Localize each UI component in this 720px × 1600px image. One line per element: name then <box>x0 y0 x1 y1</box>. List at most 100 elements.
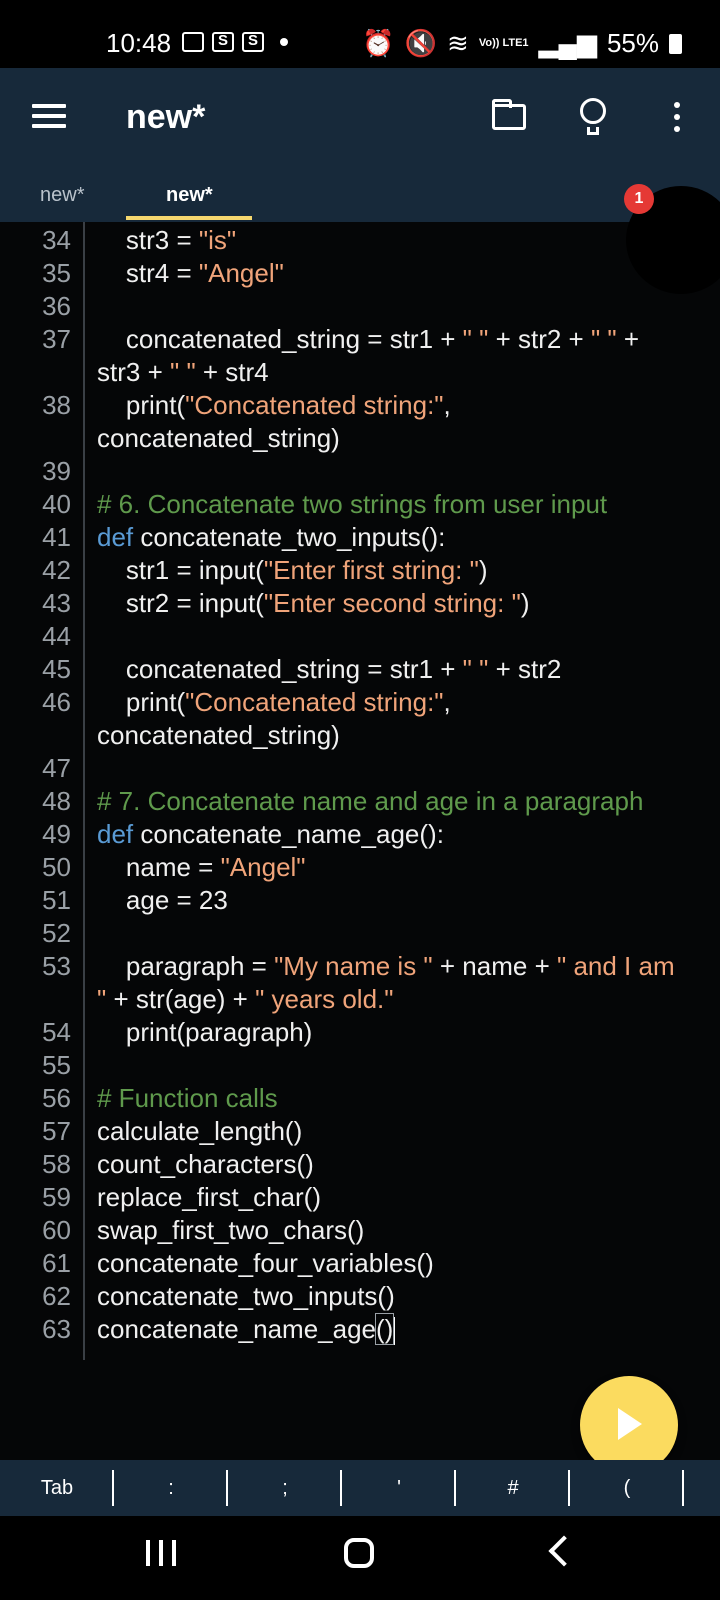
code-line[interactable]: 37 concatenated_string = str1 + " " + st… <box>0 323 707 356</box>
key-quote[interactable]: ' <box>342 1460 456 1516</box>
line-text[interactable]: def concatenate_two_inputs(): <box>97 521 707 554</box>
line-text[interactable]: def concatenate_name_age(): <box>97 818 707 851</box>
line-number: 63 <box>42 1314 71 1344</box>
line-text[interactable] <box>97 290 707 323</box>
code-line[interactable]: 62 concatenate_two_inputs() <box>0 1280 707 1313</box>
recent-apps-icon[interactable] <box>146 1540 176 1566</box>
code-line[interactable]: 47 <box>0 752 707 785</box>
line-text[interactable]: calculate_length() <box>97 1115 707 1148</box>
menu-icon[interactable] <box>32 104 66 128</box>
line-number: 44 <box>42 621 71 651</box>
line-text[interactable]: print(paragraph) <box>97 1016 707 1049</box>
line-text[interactable]: concatenated_string = str1 + " " + str2 … <box>97 323 707 356</box>
line-text[interactable]: # 7. Concatenate name and age in a parag… <box>97 785 707 818</box>
code-line[interactable]: 51 age = 23 <box>0 884 707 917</box>
line-number: 45 <box>42 654 71 684</box>
more-options-icon[interactable] <box>674 102 680 138</box>
code-line[interactable]: 53 paragraph = "My name is " + name + " … <box>0 950 707 983</box>
line-text[interactable]: str4 = "Angel" <box>97 257 707 290</box>
line-text[interactable]: # 6. Concatenate two strings from user i… <box>97 488 707 521</box>
code-line[interactable]: 60 swap_first_two_chars() <box>0 1214 707 1247</box>
status-time: 10:48 <box>106 28 172 58</box>
line-text[interactable]: " + str(age) + " years old." <box>97 983 707 1016</box>
code-line[interactable]: 50 name = "Angel" <box>0 851 707 884</box>
code-line[interactable]: 36 <box>0 290 707 323</box>
line-text[interactable]: str2 = input("Enter second string: ") <box>97 587 707 620</box>
line-number: 47 <box>42 753 71 783</box>
extra-keys-bar: Tab : ; ' # ( <box>0 1460 720 1516</box>
lightbulb-icon[interactable] <box>580 98 606 135</box>
code-line[interactable]: 52 <box>0 917 707 950</box>
battery-icon <box>669 33 682 54</box>
line-text[interactable] <box>97 455 707 488</box>
line-text[interactable] <box>97 620 707 653</box>
line-number: 51 <box>42 885 71 915</box>
line-number: 40 <box>42 489 71 519</box>
code-line[interactable]: 38 print("Concatenated string:", <box>0 389 707 422</box>
code-line[interactable]: 58 count_characters() <box>0 1148 707 1181</box>
code-line[interactable]: 55 <box>0 1049 707 1082</box>
line-text[interactable]: str1 = input("Enter first string: ") <box>97 554 707 587</box>
status-system-icons: ⏰ 🔇 ≋ Vo)) LTE1 ▂▄▆ 55% <box>362 28 682 59</box>
line-number: 53 <box>42 951 71 981</box>
key-colon[interactable]: : <box>114 1460 228 1516</box>
code-line[interactable]: " + str(age) + " years old." <box>0 983 707 1016</box>
code-line[interactable]: 43 str2 = input("Enter second string: ") <box>0 587 707 620</box>
code-line[interactable]: concatenated_string) <box>0 719 707 752</box>
code-line[interactable]: 46 print("Concatenated string:", <box>0 686 707 719</box>
mute-icon: 🔇 <box>404 28 438 58</box>
line-text[interactable]: replace_first_char() <box>97 1181 707 1214</box>
line-text[interactable]: concatenated_string = str1 + " " + str2 <box>97 653 707 686</box>
line-text[interactable]: age = 23 <box>97 884 707 917</box>
shop-icon <box>212 32 234 52</box>
key-semicolon[interactable]: ; <box>228 1460 342 1516</box>
folder-icon[interactable] <box>492 99 526 130</box>
code-lines[interactable]: 34 str3 = "is" 35 str4 = "Angel" 36 37 con… <box>0 224 707 1346</box>
line-text[interactable] <box>97 752 707 785</box>
key-tab[interactable]: Tab <box>0 1460 114 1516</box>
tab-bar <box>0 166 720 222</box>
code-line[interactable]: concatenated_string) <box>0 422 707 455</box>
line-text[interactable] <box>97 917 707 950</box>
code-line[interactable]: 57 calculate_length() <box>0 1115 707 1148</box>
key-paren[interactable]: ( <box>570 1460 684 1516</box>
code-line[interactable]: 42 str1 = input("Enter first string: ") <box>0 554 707 587</box>
code-line[interactable]: 40 # 6. Concatenate two strings from user… <box>0 488 707 521</box>
line-text[interactable]: print("Concatenated string:", <box>97 686 707 719</box>
line-text[interactable]: concatenate_name_age() <box>97 1313 707 1346</box>
home-icon[interactable] <box>344 1538 374 1568</box>
line-text[interactable] <box>97 1049 707 1082</box>
tab-new-1[interactable]: new* <box>40 184 84 207</box>
code-line[interactable]: 61 concatenate_four_variables() <box>0 1247 707 1280</box>
line-text[interactable]: # Function calls <box>97 1082 707 1115</box>
line-number: 55 <box>42 1050 71 1080</box>
code-line[interactable]: 35 str4 = "Angel" <box>0 257 707 290</box>
file-title: new* <box>126 98 206 136</box>
line-text[interactable]: str3 + " " + str4 <box>97 356 707 389</box>
line-text[interactable]: print("Concatenated string:", <box>97 389 707 422</box>
code-line[interactable]: 34 str3 = "is" <box>0 224 707 257</box>
tab-new-2-active[interactable]: new* <box>166 184 213 207</box>
line-text[interactable]: count_characters() <box>97 1148 707 1181</box>
line-text[interactable]: concatenated_string) <box>97 422 707 455</box>
code-line[interactable]: 48 # 7. Concatenate name and age in a par… <box>0 785 707 818</box>
line-text[interactable]: swap_first_two_chars() <box>97 1214 707 1247</box>
line-text[interactable]: str3 = "is" <box>97 224 707 257</box>
shop-icon <box>242 32 264 52</box>
line-text[interactable]: concatenated_string) <box>97 719 707 752</box>
code-line[interactable]: 54 print(paragraph) <box>0 1016 707 1049</box>
code-line[interactable]: 59 replace_first_char() <box>0 1181 707 1214</box>
line-text[interactable]: name = "Angel" <box>97 851 707 884</box>
code-line[interactable]: 49 def concatenate_name_age(): <box>0 818 707 851</box>
line-text[interactable]: concatenate_two_inputs() <box>97 1280 707 1313</box>
line-text[interactable]: concatenate_four_variables() <box>97 1247 707 1280</box>
code-line[interactable]: 41 def concatenate_two_inputs(): <box>0 521 707 554</box>
code-line[interactable]: 45 concatenated_string = str1 + " " + st… <box>0 653 707 686</box>
line-text[interactable]: paragraph = "My name is " + name + " and… <box>97 950 707 983</box>
code-line[interactable]: 63 concatenate_name_age() <box>0 1313 707 1346</box>
key-hash[interactable]: # <box>456 1460 570 1516</box>
code-line[interactable]: 56 # Function calls <box>0 1082 707 1115</box>
code-line[interactable]: 44 <box>0 620 707 653</box>
code-line[interactable]: str3 + " " + str4 <box>0 356 707 389</box>
code-line[interactable]: 39 <box>0 455 707 488</box>
